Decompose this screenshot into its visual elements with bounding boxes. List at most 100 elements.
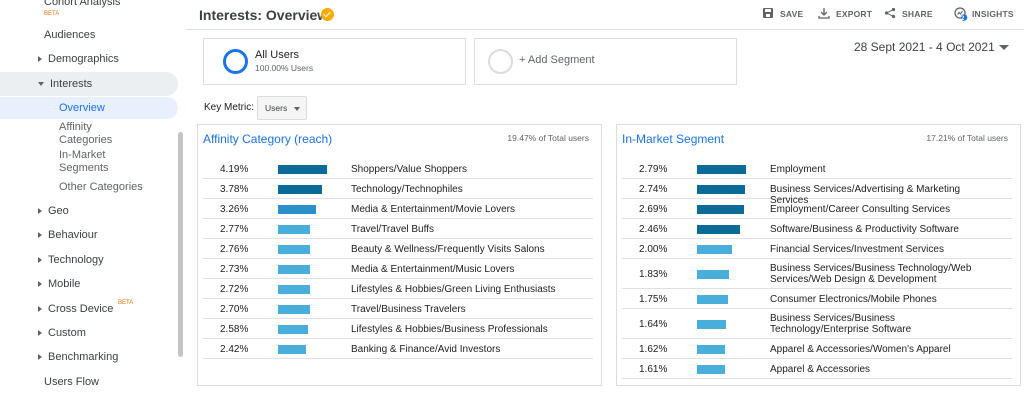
segment-name: All Users <box>255 49 300 61</box>
row-label[interactable]: Media & Entertainment/Movie Lovers <box>351 204 576 215</box>
sidebar-item-label: Cohort Analysis <box>44 0 121 8</box>
chevron-right-icon <box>38 56 42 63</box>
sidebar-item-custom[interactable]: Custom <box>38 327 86 339</box>
sidebar-item-audiences[interactable]: Audiences <box>44 29 95 41</box>
table-row: 3.78% Technology/Technophiles <box>203 179 593 199</box>
panel-title[interactable]: In-Market Segment <box>622 132 724 146</box>
table-row: 1.61% Apparel & Accessories <box>622 359 1012 379</box>
segment-all-users[interactable]: All Users 100.00% Users <box>203 38 466 85</box>
chevron-down-icon[interactable] <box>999 45 1009 50</box>
beta-badge: BETA <box>118 300 134 306</box>
row-percentage: 1.61% <box>639 363 668 375</box>
row-label[interactable]: Employment <box>770 164 995 175</box>
sidebar-item-overview[interactable]: Overview <box>59 102 105 114</box>
row-label[interactable]: Beauty & Wellness/Frequently Visits Salo… <box>351 244 576 255</box>
sidebar-item-users-flow[interactable]: Users Flow <box>44 376 99 388</box>
row-label[interactable]: Consumer Electronics/Mobile Phones <box>770 294 995 305</box>
chevron-right-icon <box>38 330 42 337</box>
row-label[interactable]: Travel/Travel Buffs <box>351 224 576 235</box>
insights-button[interactable]: INSIGHTS 2 <box>954 7 1014 22</box>
row-percentage: 1.62% <box>639 343 668 355</box>
share-button[interactable]: SHARE <box>884 7 933 19</box>
row-label[interactable]: Financial Services/Investment Services <box>770 244 995 255</box>
panel-total: 19.47% of Total users <box>507 133 589 143</box>
table-row: 2.70% Travel/Business Travelers <box>203 299 593 319</box>
export-label: EXPORT <box>836 9 873 19</box>
sidebar-item-label: Audiences <box>44 29 96 41</box>
sidebar-item-behaviour[interactable]: Behaviour <box>38 229 98 241</box>
reach-bar <box>697 269 729 279</box>
sidebar-item-benchmarking[interactable]: Benchmarking <box>38 351 118 363</box>
save-button[interactable]: SAVE <box>762 8 803 19</box>
sidebar-item-cross-device[interactable]: Cross Device <box>38 303 113 315</box>
row-label[interactable]: Employment/Career Consulting Services <box>770 204 995 215</box>
sidebar-item-label: Affinity Categories <box>59 121 113 146</box>
row-label[interactable]: Business Services/Business Technology/We… <box>770 263 995 285</box>
row-label[interactable]: Technology/Technophiles <box>351 184 576 195</box>
row-percentage: 1.83% <box>639 268 668 280</box>
row-percentage: 1.64% <box>639 318 668 330</box>
row-percentage: 2.42% <box>220 343 249 355</box>
row-label[interactable]: Business Services/Business Technology/En… <box>770 313 995 335</box>
save-icon <box>763 8 773 18</box>
sidebar-item-label: Other Categories <box>59 181 143 193</box>
table-row: 2.42% Banking & Finance/Avid Investors <box>203 339 593 359</box>
chevron-right-icon <box>38 306 42 313</box>
sidebar-item-mobile[interactable]: Mobile <box>38 278 80 290</box>
row-percentage: 2.79% <box>639 163 668 175</box>
key-metric-select[interactable]: Users <box>257 96 307 120</box>
export-button[interactable]: EXPORT <box>818 8 873 19</box>
reach-bar <box>278 324 308 334</box>
row-percentage: 2.72% <box>220 283 249 295</box>
reach-bar <box>278 304 310 314</box>
sidebar-item-technology[interactable]: Technology <box>38 254 104 266</box>
sidebar-item-in-market-segments[interactable]: In-Market Segments <box>59 149 129 175</box>
reach-bar <box>278 164 327 174</box>
row-percentage: 2.74% <box>639 183 668 195</box>
row-percentage: 2.77% <box>220 223 249 235</box>
verified-check-icon <box>321 8 334 21</box>
date-range-picker[interactable]: 28 Sept 2021 - 4 Oct 2021 <box>854 40 995 54</box>
sidebar-scrollbar[interactable] <box>178 132 183 357</box>
row-label[interactable]: Software/Business & Productivity Softwar… <box>770 224 995 235</box>
row-percentage: 3.78% <box>220 183 249 195</box>
row-label[interactable]: Travel/Business Travelers <box>351 304 576 315</box>
row-label[interactable]: Lifestyles & Hobbies/Green Living Enthus… <box>351 284 576 295</box>
sidebar-item-interests[interactable]: Interests <box>38 78 92 90</box>
reach-bar <box>278 284 310 294</box>
empty-segment-circle-icon <box>488 49 513 74</box>
chevron-right-icon <box>38 354 42 361</box>
sidebar-item-cohort-analysis[interactable]: Cohort Analysis <box>44 0 120 8</box>
reach-bar <box>278 184 322 194</box>
sidebar-item-demographics[interactable]: Demographics <box>38 53 119 65</box>
in-market-segment-panel: In-Market Segment 17.21% of Total users … <box>616 124 1021 386</box>
sidebar-item-other-categories[interactable]: Other Categories <box>59 181 143 193</box>
sidebar-item-label: Demographics <box>48 53 119 65</box>
reach-bar <box>278 264 310 274</box>
row-label[interactable]: Apparel & Accessories/Women's Apparel <box>770 344 995 355</box>
table-row: 2.46% Software/Business & Productivity So… <box>622 219 1012 239</box>
panel-title[interactable]: Affinity Category (reach) <box>203 132 332 146</box>
sidebar-item-label: Benchmarking <box>48 351 119 363</box>
reach-bar <box>697 344 725 354</box>
insights-count-badge: 2 <box>961 16 965 22</box>
row-label[interactable]: Banking & Finance/Avid Investors <box>351 344 576 355</box>
reach-bar <box>697 224 740 234</box>
chevron-down-icon <box>38 82 44 87</box>
sidebar-item-label: Overview <box>59 102 105 114</box>
share-label: SHARE <box>902 9 933 19</box>
row-label[interactable]: Shoppers/Value Shoppers <box>351 164 576 175</box>
table-row: 2.00% Financial Services/Investment Servi… <box>622 239 1012 259</box>
row-label[interactable]: Media & Entertainment/Music Lovers <box>351 264 576 275</box>
row-label[interactable]: Lifestyles & Hobbies/Business Profession… <box>351 324 576 335</box>
add-segment-button[interactable]: + Add Segment <box>474 38 737 85</box>
row-label[interactable]: Apparel & Accessories <box>770 364 995 375</box>
table-row: 2.77% Travel/Travel Buffs <box>203 219 593 239</box>
table-row: 2.74% Business Services/Advertising & Mar… <box>622 179 1012 206</box>
sidebar-item-affinity-categories[interactable]: Affinity Categories <box>59 121 129 147</box>
table-row: 1.62% Apparel & Accessories/Women's Appar… <box>622 339 1012 359</box>
sidebar-item-label: Interests <box>50 78 93 90</box>
reach-bar <box>697 184 745 194</box>
sidebar-item-label: In-Market Segments <box>59 149 109 174</box>
sidebar-item-geo[interactable]: Geo <box>38 205 69 217</box>
